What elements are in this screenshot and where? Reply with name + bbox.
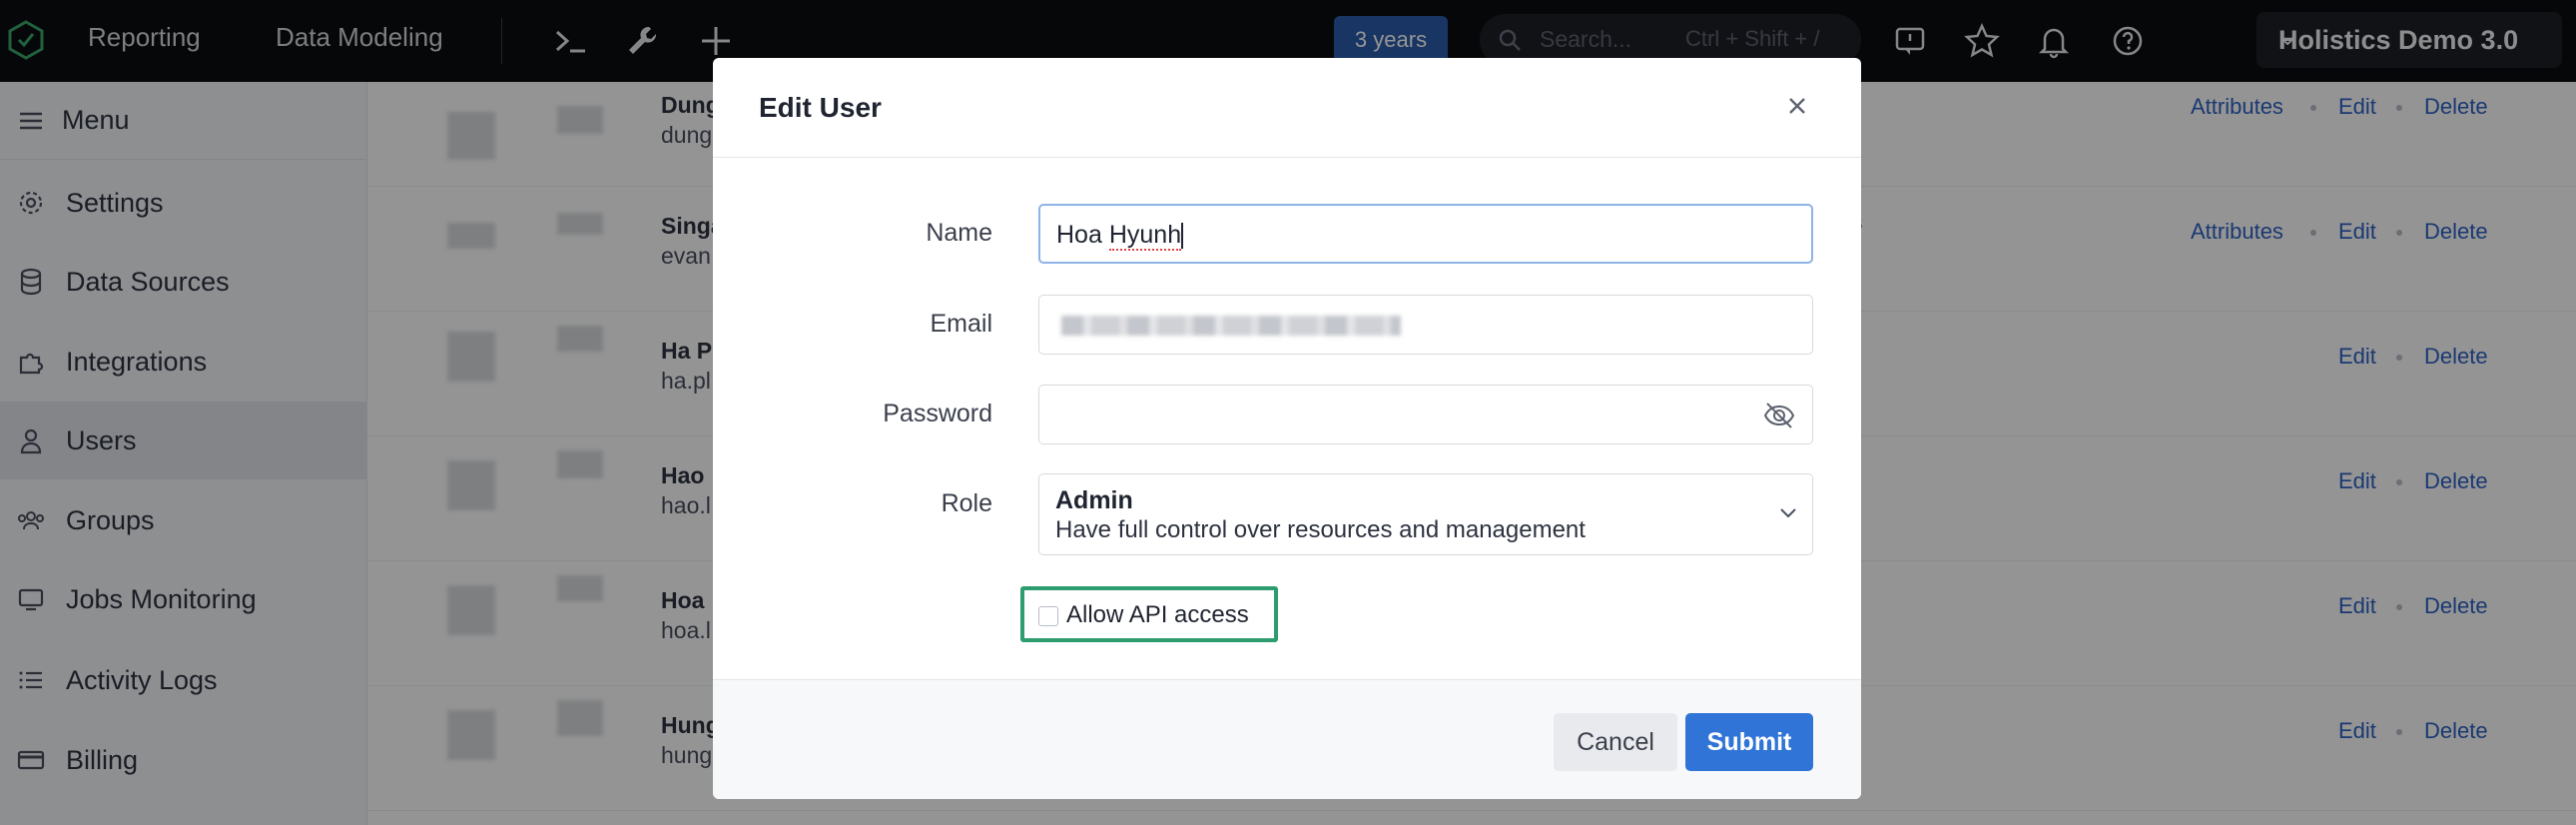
api-access-highlight: Allow API access xyxy=(1020,586,1278,642)
role-description: Have full control over resources and man… xyxy=(1055,516,1586,543)
name-value: Hoa Hyunh xyxy=(1056,221,1184,251)
close-button[interactable] xyxy=(1779,88,1815,124)
name-label: Name xyxy=(926,219,992,247)
email-field[interactable] xyxy=(1038,295,1813,355)
dialog-title: Edit User xyxy=(759,92,882,123)
role-label: Role xyxy=(941,489,992,517)
api-access-checkbox[interactable] xyxy=(1038,606,1058,626)
redacted-email xyxy=(1061,316,1401,336)
role-select[interactable]: Admin Have full control over resources a… xyxy=(1038,473,1813,555)
email-label: Email xyxy=(930,310,992,338)
password-label: Password xyxy=(883,400,992,427)
password-field[interactable] xyxy=(1038,385,1813,444)
submit-button[interactable]: Submit xyxy=(1685,713,1813,771)
cancel-button[interactable]: Cancel xyxy=(1554,713,1677,771)
api-access-label[interactable]: Allow API access xyxy=(1066,601,1249,629)
role-name: Admin xyxy=(1055,486,1133,514)
close-icon xyxy=(1789,98,1805,114)
chevron-down-icon xyxy=(1780,508,1796,518)
edit-user-dialog: Edit User Name Hoa Hyunh Email Password … xyxy=(713,58,1861,799)
eye-slash-icon[interactable] xyxy=(1762,400,1796,431)
name-field[interactable]: Hoa Hyunh xyxy=(1038,204,1813,264)
dialog-header: Edit User xyxy=(713,58,1861,158)
